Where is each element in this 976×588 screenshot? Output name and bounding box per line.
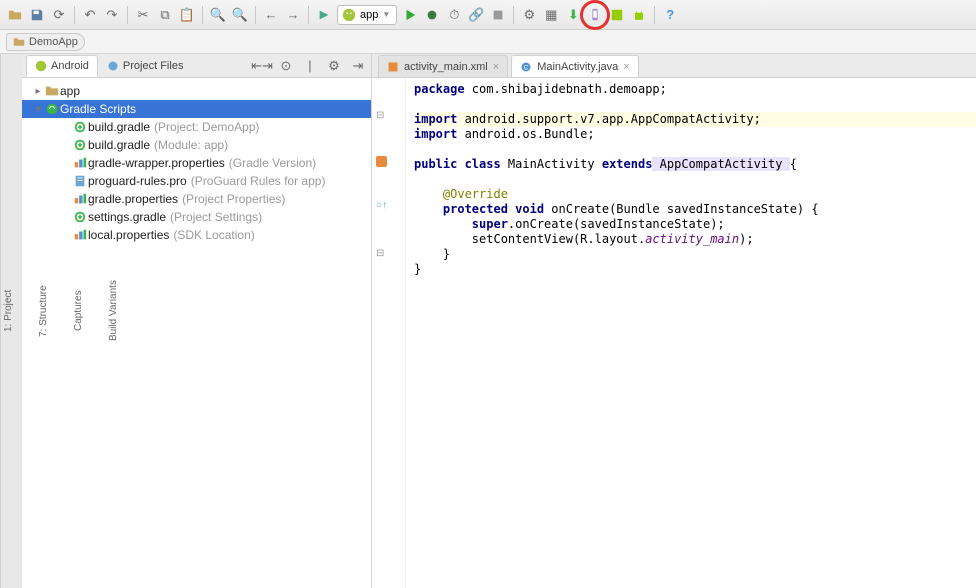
tree-label: settings.gradle: [88, 210, 166, 224]
cut-icon[interactable]: ✂: [134, 6, 152, 24]
theme-editor-icon[interactable]: [608, 6, 626, 24]
left-tool-window-bar: 1: Project 7: Structure Captures Build V…: [0, 54, 22, 588]
file-icon: [72, 120, 88, 134]
tool-tab-build-variants[interactable]: Build Variants: [106, 277, 121, 346]
close-icon[interactable]: ×: [623, 61, 629, 73]
editor-tabs: activity_main.xml × C MainActivity.java …: [372, 54, 976, 78]
tree-label: build.gradle: [88, 138, 150, 152]
tree-label: proguard-rules.pro: [88, 174, 187, 188]
open-icon[interactable]: [6, 6, 24, 24]
file-icon: [44, 102, 60, 116]
tree-hint: (SDK Location): [173, 228, 254, 242]
breadcrumb: DemoApp: [0, 30, 976, 54]
tree-label: local.properties: [88, 228, 169, 242]
main-area: 1: Project 7: Structure Captures Build V…: [0, 54, 976, 588]
make-icon[interactable]: [315, 6, 333, 24]
target-icon[interactable]: ⊙: [277, 57, 295, 75]
tree-row[interactable]: ▸ app: [22, 82, 371, 100]
redo-icon[interactable]: ↷: [103, 6, 121, 24]
project-panel-tabs: Android Project Files ⇤⇥ ⊙ | ⚙ ⇥: [22, 54, 371, 78]
replace-icon[interactable]: 🔍: [231, 6, 249, 24]
save-icon[interactable]: [28, 6, 46, 24]
tree-hint: (Project: DemoApp): [154, 120, 259, 134]
back-icon[interactable]: ←: [262, 6, 280, 24]
breadcrumb-item[interactable]: DemoApp: [6, 33, 85, 51]
gear-icon[interactable]: ⚙: [325, 57, 343, 75]
tool-tab-project[interactable]: 1: Project: [1, 286, 16, 336]
divider-icon: |: [301, 57, 319, 75]
tool-tab-captures[interactable]: Captures: [71, 287, 86, 336]
tree-arrow-icon[interactable]: ▸: [32, 86, 44, 97]
project-tab-files[interactable]: Project Files: [98, 55, 193, 77]
editor-gutter[interactable]: ⊟ ○↑ ⊟: [372, 78, 406, 588]
code-editor[interactable]: package com.shibajidebnath.demoapp; impo…: [406, 78, 976, 588]
sync-icon[interactable]: ⟳: [50, 6, 68, 24]
tree-label: gradle.properties: [88, 192, 178, 206]
run-config-selector[interactable]: app ▼: [337, 5, 397, 25]
android-icon[interactable]: [630, 6, 648, 24]
editor-tab-mainactivity[interactable]: C MainActivity.java ×: [511, 55, 639, 77]
paste-icon[interactable]: 📋: [178, 6, 196, 24]
profile-icon[interactable]: ⏱: [445, 6, 463, 24]
hide-icon[interactable]: ⇥: [349, 57, 367, 75]
dropdown-chevron-icon: ▼: [382, 10, 390, 19]
find-icon[interactable]: 🔍: [209, 6, 227, 24]
tree-row[interactable]: proguard-rules.pro (ProGuard Rules for ap…: [22, 172, 371, 190]
sdk-manager-icon[interactable]: ▦: [542, 6, 560, 24]
tree-row[interactable]: gradle-wrapper.properties (Gradle Version…: [22, 154, 371, 172]
help-icon[interactable]: ?: [661, 6, 679, 24]
file-icon: [72, 138, 88, 152]
debug-icon[interactable]: [423, 6, 441, 24]
svg-text:C: C: [524, 65, 529, 71]
tree-label: gradle-wrapper.properties: [88, 156, 225, 170]
tree-hint: (Module: app): [154, 138, 228, 152]
tree-arrow-icon[interactable]: ▾: [32, 104, 44, 115]
forward-icon[interactable]: →: [284, 6, 302, 24]
tree-hint: (Gradle Version): [229, 156, 316, 170]
run-config-label: app: [360, 9, 378, 21]
tree-hint: (ProGuard Rules for app): [191, 174, 326, 188]
main-toolbar: ⟳ ↶ ↷ ✂ ⧉ 📋 🔍 🔍 ← → app ▼ ⏱ 🔗 ⚙ ▦ ⬇ ?: [0, 0, 976, 30]
close-icon[interactable]: ×: [493, 61, 499, 73]
project-tab-android[interactable]: Android: [26, 55, 98, 77]
file-icon: [72, 156, 88, 170]
editor-body: ⊟ ○↑ ⊟ package com.shibajidebnath.demoap…: [372, 78, 976, 588]
tree-row[interactable]: settings.gradle (Project Settings): [22, 208, 371, 226]
editor-area: activity_main.xml × C MainActivity.java …: [372, 54, 976, 588]
tree-hint: (Project Properties): [182, 192, 285, 206]
tree-label: app: [60, 84, 80, 98]
tree-row[interactable]: local.properties (SDK Location): [22, 226, 371, 244]
attach-debugger-icon[interactable]: 🔗: [467, 6, 485, 24]
editor-tab-activity-xml[interactable]: activity_main.xml ×: [378, 55, 508, 77]
stop-icon[interactable]: [489, 6, 507, 24]
layout-inspector-icon[interactable]: ⬇: [564, 6, 582, 24]
file-icon: [44, 84, 60, 98]
tree-label: Gradle Scripts: [60, 102, 136, 116]
file-icon: [72, 174, 88, 188]
device-monitor-icon[interactable]: [586, 6, 604, 24]
tree-hint: (Project Settings): [170, 210, 262, 224]
tree-row[interactable]: gradle.properties (Project Properties): [22, 190, 371, 208]
file-icon: [72, 210, 88, 224]
avd-manager-icon[interactable]: ⚙: [520, 6, 538, 24]
undo-icon[interactable]: ↶: [81, 6, 99, 24]
file-icon: [72, 192, 88, 206]
run-icon[interactable]: [401, 6, 419, 24]
tree-label: build.gradle: [88, 120, 150, 134]
tool-tab-structure[interactable]: 7: Structure: [36, 281, 51, 341]
collapse-icon[interactable]: ⇤⇥: [253, 57, 271, 75]
tree-row[interactable]: ▾ Gradle Scripts: [22, 100, 371, 118]
tree-row[interactable]: build.gradle (Project: DemoApp): [22, 118, 371, 136]
copy-icon[interactable]: ⧉: [156, 6, 174, 24]
tree-row[interactable]: build.gradle (Module: app): [22, 136, 371, 154]
file-icon: [72, 228, 88, 242]
